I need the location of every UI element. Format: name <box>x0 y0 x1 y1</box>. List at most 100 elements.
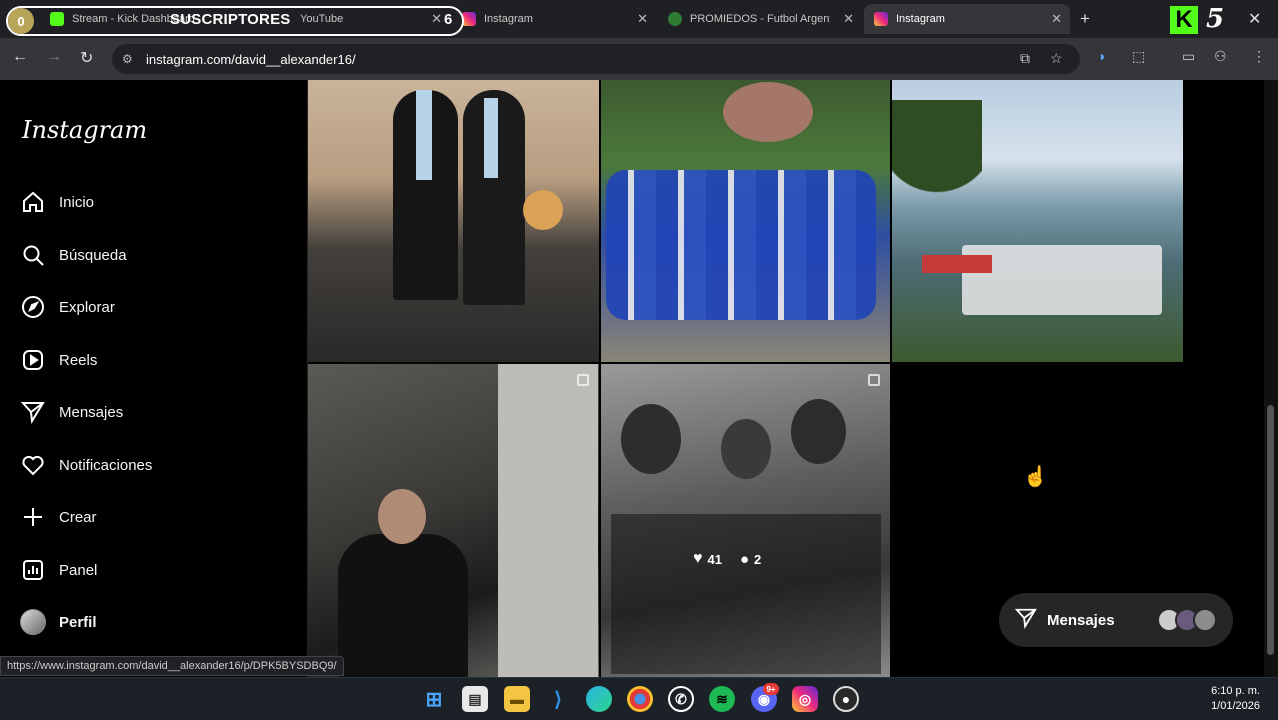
tab-label: PROMIEDOS - Futbol Argentino <box>690 13 830 25</box>
plus-icon <box>20 504 46 530</box>
post-group-photo[interactable] <box>601 80 890 362</box>
tab-promiedos[interactable]: PROMIEDOS - Futbol Argentino ✕ <box>658 4 862 34</box>
extension-audio-icon[interactable]: ◗ <box>1098 48 1106 64</box>
carousel-icon <box>577 374 589 386</box>
post-grid: ♥ 41 ● 2 <box>308 80 1264 677</box>
new-tab-button[interactable]: + <box>1080 9 1090 29</box>
sidebar-item-label: Notificaciones <box>59 456 153 474</box>
person-head <box>791 399 846 464</box>
subscribers-count-left: 0 <box>8 8 34 34</box>
window-close-button[interactable]: ✕ <box>1248 9 1261 29</box>
sidebar-item-busqueda[interactable]: Búsqueda <box>20 240 127 270</box>
scrollbar-thumb[interactable] <box>1267 405 1274 655</box>
windows-start-icon[interactable]: ⊞ <box>421 686 447 712</box>
subscribers-count-right: 6 <box>444 11 453 28</box>
message-avatars <box>1157 608 1217 632</box>
graduation-stole <box>484 98 498 178</box>
messages-pill[interactable]: Mensajes <box>999 593 1233 647</box>
tab-strip: Stream - Kick Dashboard YouTube ✕ Instag… <box>0 0 1278 38</box>
comments-count: 2 <box>754 551 762 567</box>
post-lake-boats[interactable] <box>892 80 1183 362</box>
chart-icon <box>20 557 46 583</box>
status-bar-url: https://www.instagram.com/david__alexand… <box>0 656 344 676</box>
sidebar-item-panel[interactable]: Panel <box>20 555 97 585</box>
close-tab-icon[interactable]: ✕ <box>637 11 648 27</box>
promiedos-favicon-icon <box>668 12 682 26</box>
subscribers-label: SUSCRIPTORES <box>170 11 291 28</box>
sidebar-item-inicio[interactable]: Inicio <box>20 187 94 217</box>
dining-table <box>611 514 881 674</box>
close-tab-icon[interactable]: ✕ <box>1051 11 1062 27</box>
carousel-icon <box>868 374 880 386</box>
tab-label: Instagram <box>896 13 945 25</box>
wall-pillar <box>498 364 598 677</box>
instagram-app-icon[interactable]: ◎ <box>792 686 818 712</box>
post-mirror-selfie[interactable] <box>308 364 599 677</box>
url-text[interactable]: instagram.com/david__alexander16/ <box>146 52 356 67</box>
sidebar-item-label: Inicio <box>59 193 95 211</box>
menu-kebab-icon[interactable]: ⋮ <box>1252 48 1266 65</box>
bookmark-star-icon[interactable]: ☆ <box>1050 50 1063 67</box>
sidebar-item-label: Perfil <box>59 613 97 631</box>
back-arrow-icon[interactable]: ← <box>12 48 28 66</box>
discord-badge: 9+ <box>763 683 779 695</box>
clock-date: 1/01/2026 <box>1211 700 1260 712</box>
sidebar-item-explorar[interactable]: Explorar <box>20 292 115 322</box>
home-icon <box>20 189 46 215</box>
tab-instagram[interactable]: Instagram ✕ <box>452 4 656 34</box>
messages-label: Mensajes <box>1047 611 1115 629</box>
cast-icon[interactable]: ▭ <box>1182 48 1195 65</box>
kick-count: 5 <box>1206 4 1225 34</box>
spotify-icon[interactable]: ≋ <box>709 686 735 712</box>
students-group <box>606 170 876 320</box>
chrome-icon[interactable] <box>627 686 653 712</box>
file-explorer-icon[interactable]: ▬ <box>504 686 530 712</box>
sidebar-item-label: Explorar <box>59 298 115 316</box>
person-figure <box>338 534 468 677</box>
tab-instagram-active[interactable]: Instagram ✕ <box>864 4 1070 34</box>
sidebar-item-label: Reels <box>59 351 98 369</box>
reload-icon[interactable]: ↻ <box>80 48 93 68</box>
person-head <box>721 419 771 479</box>
vscode-icon[interactable]: ⟩ <box>545 686 571 712</box>
forward-arrow-icon[interactable]: → <box>46 48 62 66</box>
instagram-sidebar: Instagram Inicio Búsqueda Explorar Reels… <box>0 80 308 677</box>
profile-extension-icon[interactable]: ⚇ <box>1214 48 1227 65</box>
sidebar-item-label: Mensajes <box>59 403 124 421</box>
sidebar-item-mensajes[interactable]: Mensajes <box>20 397 123 427</box>
boat-dock <box>962 245 1162 315</box>
post-black-white-family[interactable]: ♥ 41 ● 2 <box>601 364 890 677</box>
close-tab-icon[interactable]: ✕ <box>843 11 854 27</box>
store-icon[interactable]: ▤ <box>462 686 488 712</box>
heart-icon <box>20 452 46 478</box>
search-icon <box>20 242 46 268</box>
extensions-puzzle-icon[interactable]: ⬚ <box>1132 48 1145 65</box>
whatsapp-icon[interactable]: ✆ <box>668 686 694 712</box>
system-clock[interactable]: 6:10 p. m. 1/01/2026 <box>1211 684 1260 714</box>
post-graduation-photo[interactable] <box>308 80 599 362</box>
send-icon <box>1014 607 1037 634</box>
windows-taskbar: ⊞ ▤ ▬ ⟩ ✆ ≋ ◉ 9+ ◎ ● 6:10 p. m. 1/01/202… <box>0 677 1278 720</box>
site-info-icon[interactable]: ⚙ <box>122 52 133 66</box>
sidebar-item-reels[interactable]: Reels <box>20 345 97 375</box>
avatar <box>20 609 46 635</box>
address-bar[interactable]: ⚙ instagram.com/david__alexander16/ ⧉ ☆ <box>112 44 1080 74</box>
instagram-favicon-icon <box>462 12 476 26</box>
sidebar-item-label: Panel <box>59 561 98 579</box>
obs-icon[interactable]: ● <box>833 686 859 712</box>
sidebar-item-perfil[interactable]: Perfil <box>20 607 97 637</box>
instagram-logo[interactable]: Instagram <box>22 116 147 144</box>
kick-logo: K <box>1170 6 1198 34</box>
tab-label: Instagram <box>484 13 533 25</box>
heart-filled-icon: ♥ <box>693 550 703 567</box>
decoration-balloon <box>523 190 563 230</box>
install-app-icon[interactable]: ⧉ <box>1020 50 1030 67</box>
avatar <box>1193 608 1217 632</box>
sidebar-item-crear[interactable]: Crear <box>20 502 97 532</box>
person-head <box>621 404 681 474</box>
sidebar-item-notificaciones[interactable]: Notificaciones <box>20 450 152 480</box>
sidebar-item-label: Búsqueda <box>59 246 127 264</box>
edge-icon[interactable] <box>586 686 612 712</box>
send-icon <box>20 399 46 425</box>
browser-toolbar: ← → ↻ ⚙ instagram.com/david__alexander16… <box>0 38 1278 80</box>
